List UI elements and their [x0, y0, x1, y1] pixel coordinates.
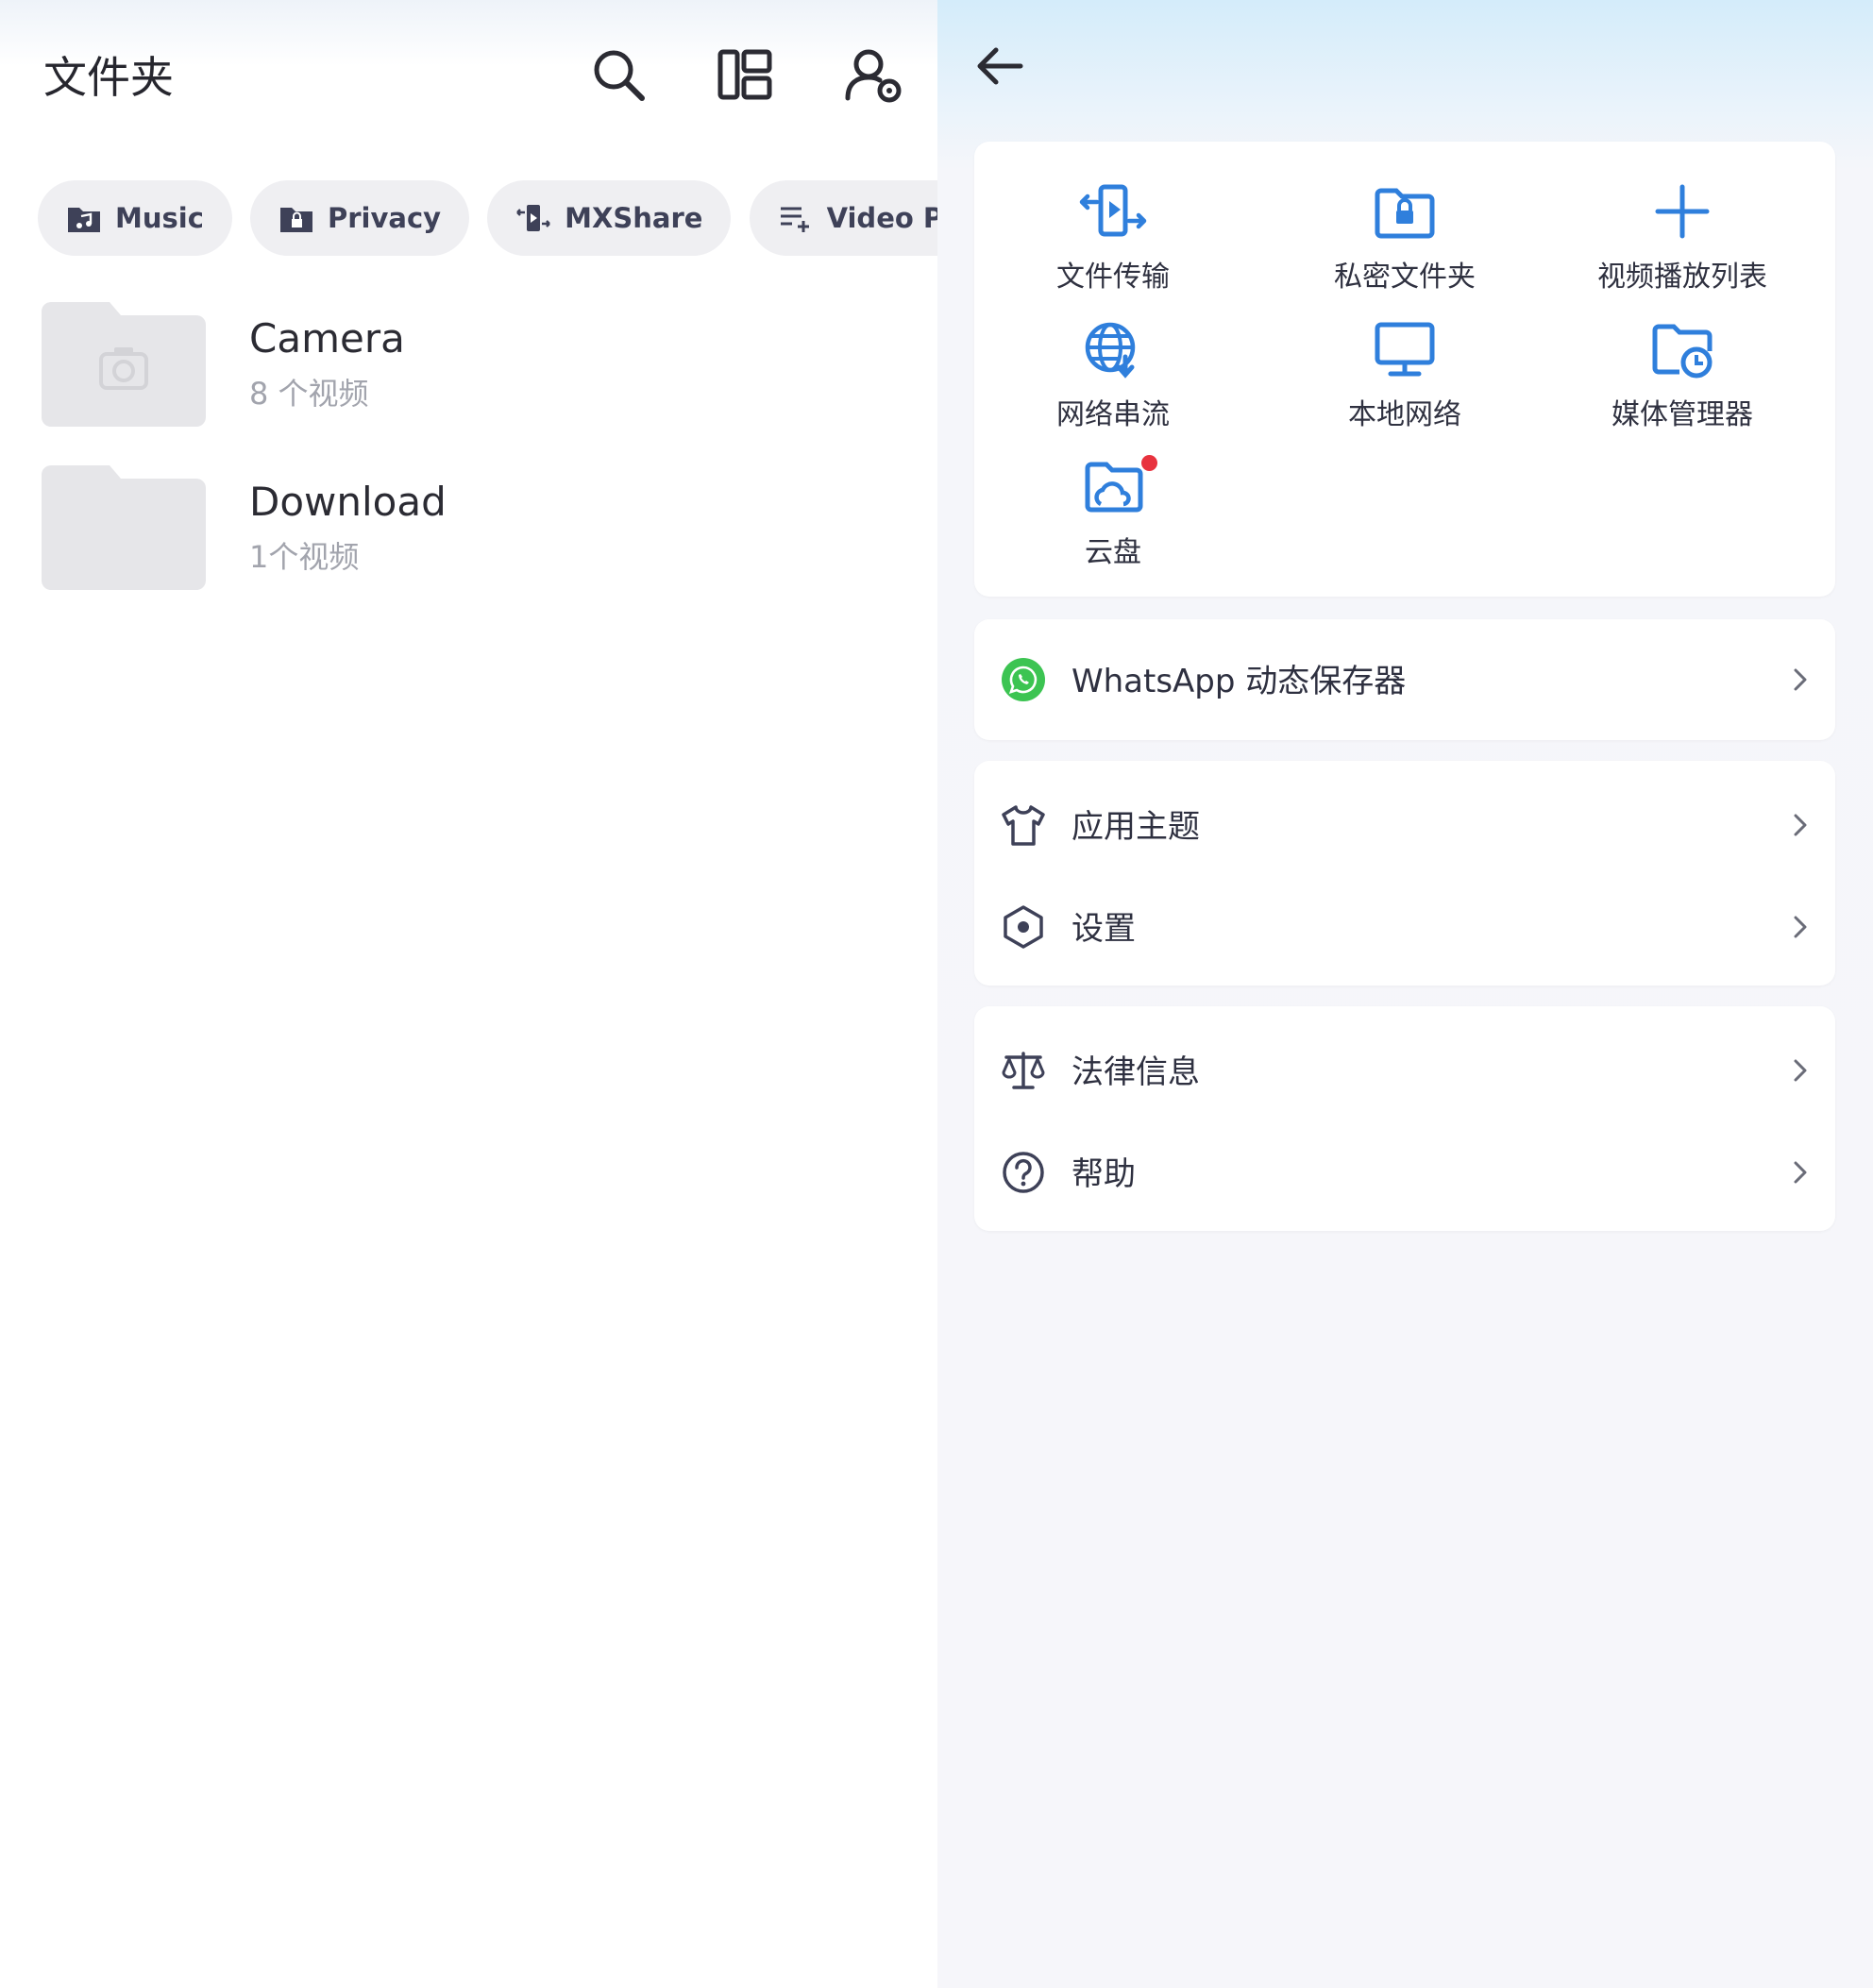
chip-label: Privacy	[328, 202, 442, 234]
chip-label: MXShare	[565, 202, 703, 234]
grid-label: 本地网络	[1348, 398, 1461, 431]
whatsapp-icon	[1002, 658, 1045, 701]
chip-mxshare[interactable]: MXShare	[487, 180, 732, 256]
grid-label: 文件传输	[1056, 261, 1170, 294]
camera-icon	[42, 302, 206, 427]
chevron-right-icon	[1794, 814, 1807, 836]
playlist-add-icon	[780, 207, 809, 232]
chip-video-playlist[interactable]: Video Playlist	[749, 180, 937, 256]
features-card: 文件传输 私密文件夹 视频播放列表 网络串流 本地网络 媒体管理器 云盘	[974, 142, 1835, 597]
whatsapp-card: WhatsApp 动态保存器	[974, 619, 1835, 740]
lock-folder-icon	[280, 208, 312, 232]
grid-media-manager[interactable]: 媒体管理器	[1544, 319, 1821, 442]
grid-network-stream[interactable]: 网络串流	[974, 319, 1252, 442]
grid-label: 视频播放列表	[1597, 261, 1767, 294]
notification-badge	[1141, 455, 1157, 471]
row-label: WhatsApp 动态保存器	[1071, 663, 1407, 700]
row-label: 帮助	[1071, 1155, 1136, 1193]
tshirt-icon	[1002, 805, 1045, 846]
folder-icon	[42, 465, 206, 590]
chevron-right-icon	[1794, 1059, 1807, 1082]
media-manager-icon	[1652, 324, 1713, 379]
navigation-drawer: 文件传输 私密文件夹 视频播放列表 网络串流 本地网络 媒体管理器 云盘 Wha…	[937, 0, 1873, 1988]
chip-label: Video Playlist	[826, 202, 937, 234]
plus-icon	[1655, 184, 1710, 239]
folder-name: Camera	[249, 315, 405, 362]
view-layout-icon[interactable]	[716, 45, 774, 104]
folder-video-count: 8 个视频	[249, 376, 369, 412]
grid-video-playlist[interactable]: 视频播放列表	[1544, 181, 1821, 304]
chevron-right-icon	[1794, 916, 1807, 938]
chip-music[interactable]: Music	[38, 180, 232, 256]
grid-cloud-drive[interactable]: 云盘	[974, 455, 1252, 580]
folders-pane: 文件夹 Music Privacy MXShare Video P Camera…	[0, 0, 937, 1988]
monitor-icon	[1375, 322, 1435, 377]
folder-name: Download	[249, 479, 447, 525]
help-row[interactable]: 帮助	[974, 1121, 1835, 1223]
row-label: 应用主题	[1071, 808, 1200, 846]
file-transfer-icon	[1079, 184, 1147, 237]
cloud-folder-icon	[1085, 462, 1143, 513]
preferences-card: 应用主题 设置	[974, 761, 1835, 986]
whatsapp-status-saver-row[interactable]: WhatsApp 动态保存器	[974, 629, 1835, 731]
app-theme-row[interactable]: 应用主题	[974, 774, 1835, 876]
folder-row-camera[interactable]: Camera 8 个视频	[42, 302, 920, 427]
help-question-icon	[1003, 1152, 1044, 1193]
chip-label: Music	[115, 202, 204, 234]
row-label: 设置	[1071, 910, 1136, 948]
private-folder-icon	[1375, 188, 1435, 239]
chip-privacy[interactable]: Privacy	[250, 180, 470, 256]
settings-hexagon-icon	[1004, 905, 1043, 949]
chevron-right-icon	[1794, 1161, 1807, 1184]
about-card: 法律信息 帮助	[974, 1006, 1835, 1231]
account-settings-icon[interactable]	[844, 45, 903, 104]
chevron-right-icon	[1794, 668, 1807, 691]
quick-chips: Music Privacy MXShare Video P	[38, 180, 937, 256]
grid-label: 私密文件夹	[1334, 261, 1476, 294]
row-label: 法律信息	[1071, 1053, 1200, 1091]
grid-private-folder[interactable]: 私密文件夹	[1266, 181, 1544, 304]
grid-label: 网络串流	[1056, 398, 1170, 431]
folder-row-download[interactable]: Download 1个视频	[42, 465, 920, 590]
page-title: 文件夹	[43, 52, 174, 103]
network-stream-icon	[1085, 322, 1136, 379]
grid-label: 云盘	[1085, 536, 1141, 569]
back-arrow-icon[interactable]	[971, 42, 1026, 91]
scales-icon	[1002, 1052, 1045, 1089]
grid-file-transfer[interactable]: 文件传输	[974, 181, 1252, 304]
folder-video-count: 1个视频	[249, 539, 360, 575]
settings-row[interactable]: 设置	[974, 876, 1835, 978]
file-transfer-icon	[516, 205, 551, 231]
grid-label: 媒体管理器	[1611, 398, 1753, 431]
search-icon[interactable]	[589, 45, 648, 104]
music-folder-icon	[68, 208, 100, 232]
grid-local-network[interactable]: 本地网络	[1266, 319, 1544, 442]
legal-info-row[interactable]: 法律信息	[974, 1019, 1835, 1121]
